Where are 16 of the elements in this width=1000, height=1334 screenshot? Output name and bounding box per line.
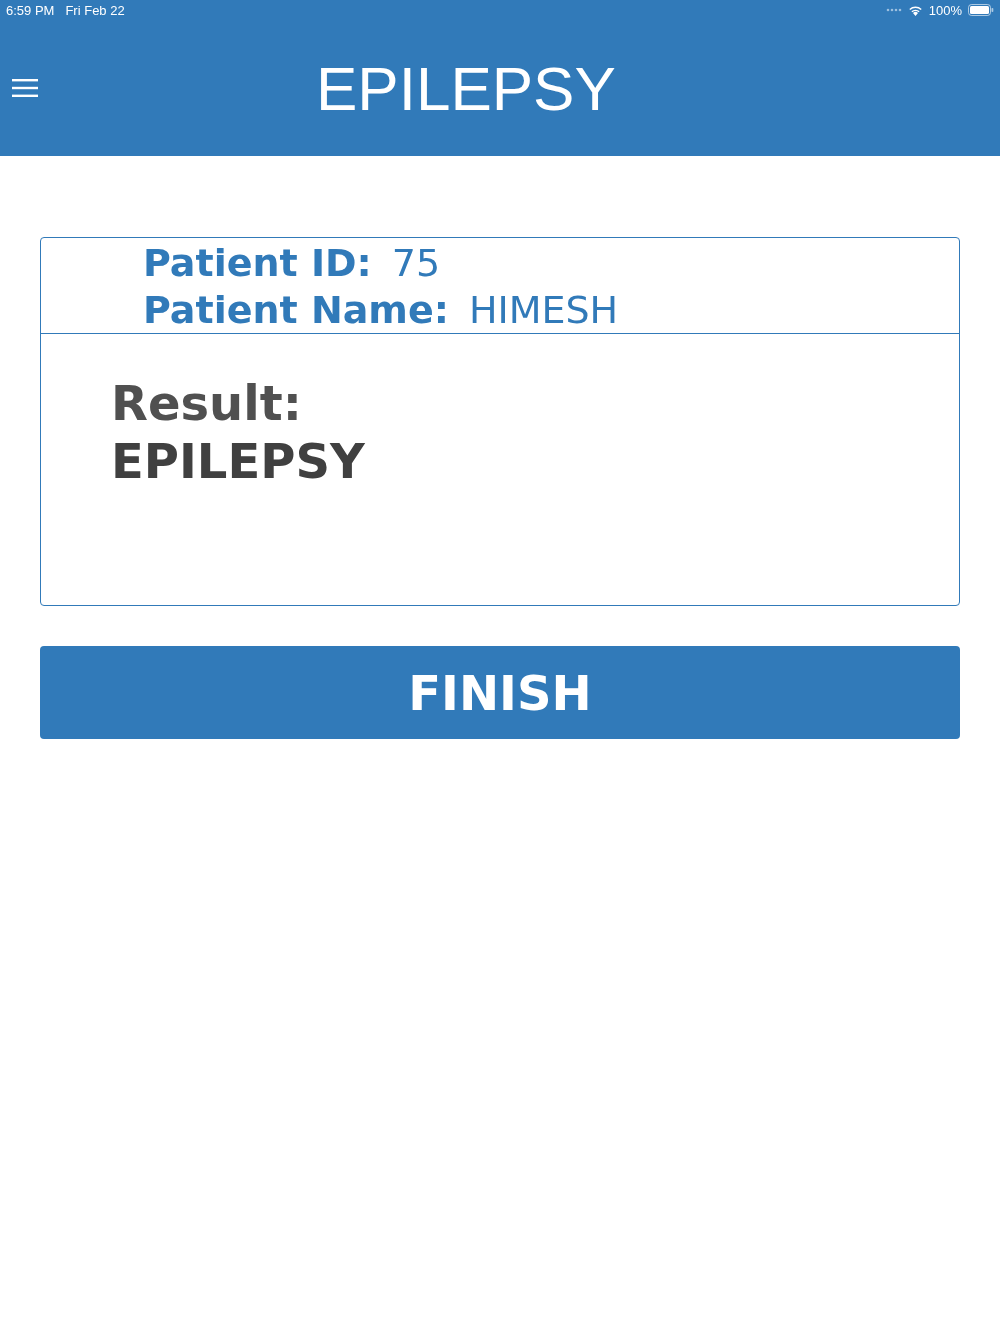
- status-time: 6:59 PM: [6, 2, 55, 18]
- battery-icon: [968, 4, 994, 16]
- patient-name-value: HIMESH: [468, 287, 619, 334]
- battery-percent: 100%: [928, 2, 962, 18]
- status-date: Fri Feb 22: [65, 2, 125, 18]
- patient-id-label: Patient ID:: [143, 240, 372, 287]
- signal-icon: [885, 8, 902, 12]
- menu-icon: [12, 78, 38, 98]
- page-title: EPILEPSY: [316, 52, 616, 124]
- menu-button[interactable]: [12, 78, 38, 98]
- patient-name-label: Patient Name:: [143, 287, 449, 334]
- wifi-icon: [907, 4, 923, 16]
- finish-button[interactable]: FINISH: [40, 646, 960, 739]
- patient-id-value: 75: [391, 240, 441, 287]
- result-label: Result:: [111, 374, 303, 432]
- result-value: EPILEPSY: [111, 432, 366, 490]
